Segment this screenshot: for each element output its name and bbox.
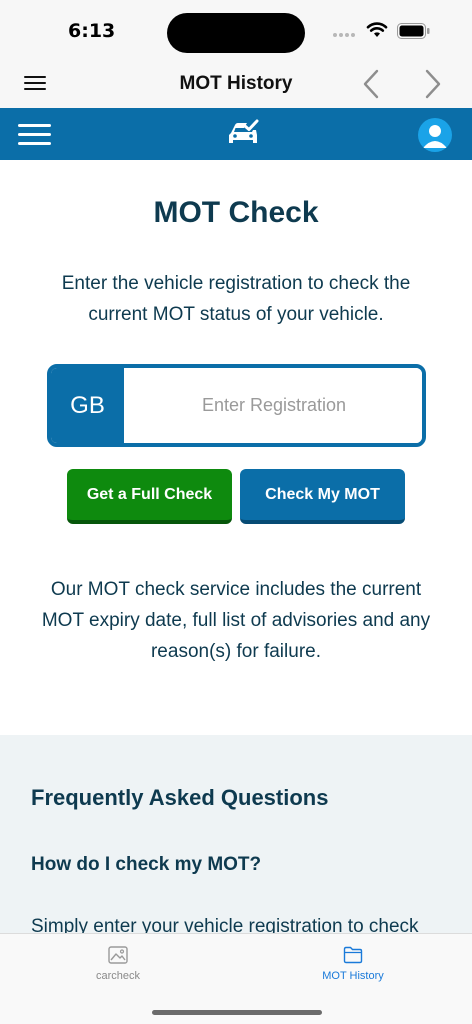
dynamic-island — [167, 13, 305, 53]
faq-answer: Simply enter your vehicle registration t… — [31, 916, 419, 933]
service-note: Our MOT check service includes the curre… — [41, 579, 431, 662]
country-prefix: GB — [51, 368, 124, 443]
check-mot-button[interactable]: Check My MOT — [240, 469, 405, 524]
nav-bar: MOT History — [0, 60, 472, 108]
home-indicator — [152, 1010, 322, 1015]
tab-mot-history-label: MOT History — [322, 970, 384, 982]
registration-input[interactable] — [126, 368, 422, 443]
folder-icon — [343, 946, 363, 964]
status-time: 6:13 — [68, 20, 116, 42]
image-icon — [108, 946, 128, 964]
account-icon[interactable] — [418, 118, 452, 152]
chevron-left-icon[interactable] — [358, 68, 384, 100]
status-bar: 6:13 — [0, 0, 472, 60]
site-menu-icon[interactable] — [18, 124, 52, 146]
signal-dots-icon — [333, 33, 355, 37]
full-check-button[interactable]: Get a Full Check — [67, 469, 232, 524]
tab-mot-history[interactable]: MOT History — [293, 942, 413, 982]
chevron-right-icon[interactable] — [420, 68, 446, 100]
page-title: MOT Check — [153, 196, 319, 229]
nav-title: MOT History — [179, 73, 293, 94]
battery-icon — [397, 23, 430, 39]
car-check-logo-icon[interactable] — [226, 119, 260, 149]
faq-section: Frequently Asked Questions How do I chec… — [0, 735, 472, 933]
faq-question: How do I check my MOT? — [31, 854, 262, 875]
registration-field: GB — [47, 364, 426, 447]
faq-heading: Frequently Asked Questions — [31, 785, 329, 810]
tab-carcheck[interactable]: carcheck — [58, 942, 178, 982]
tab-carcheck-label: carcheck — [95, 970, 141, 982]
tab-bar: carcheck MOT History — [0, 933, 472, 1024]
intro-text: Enter the vehicle registration to check … — [61, 273, 411, 325]
site-header — [0, 108, 472, 160]
wifi-icon — [366, 22, 388, 37]
